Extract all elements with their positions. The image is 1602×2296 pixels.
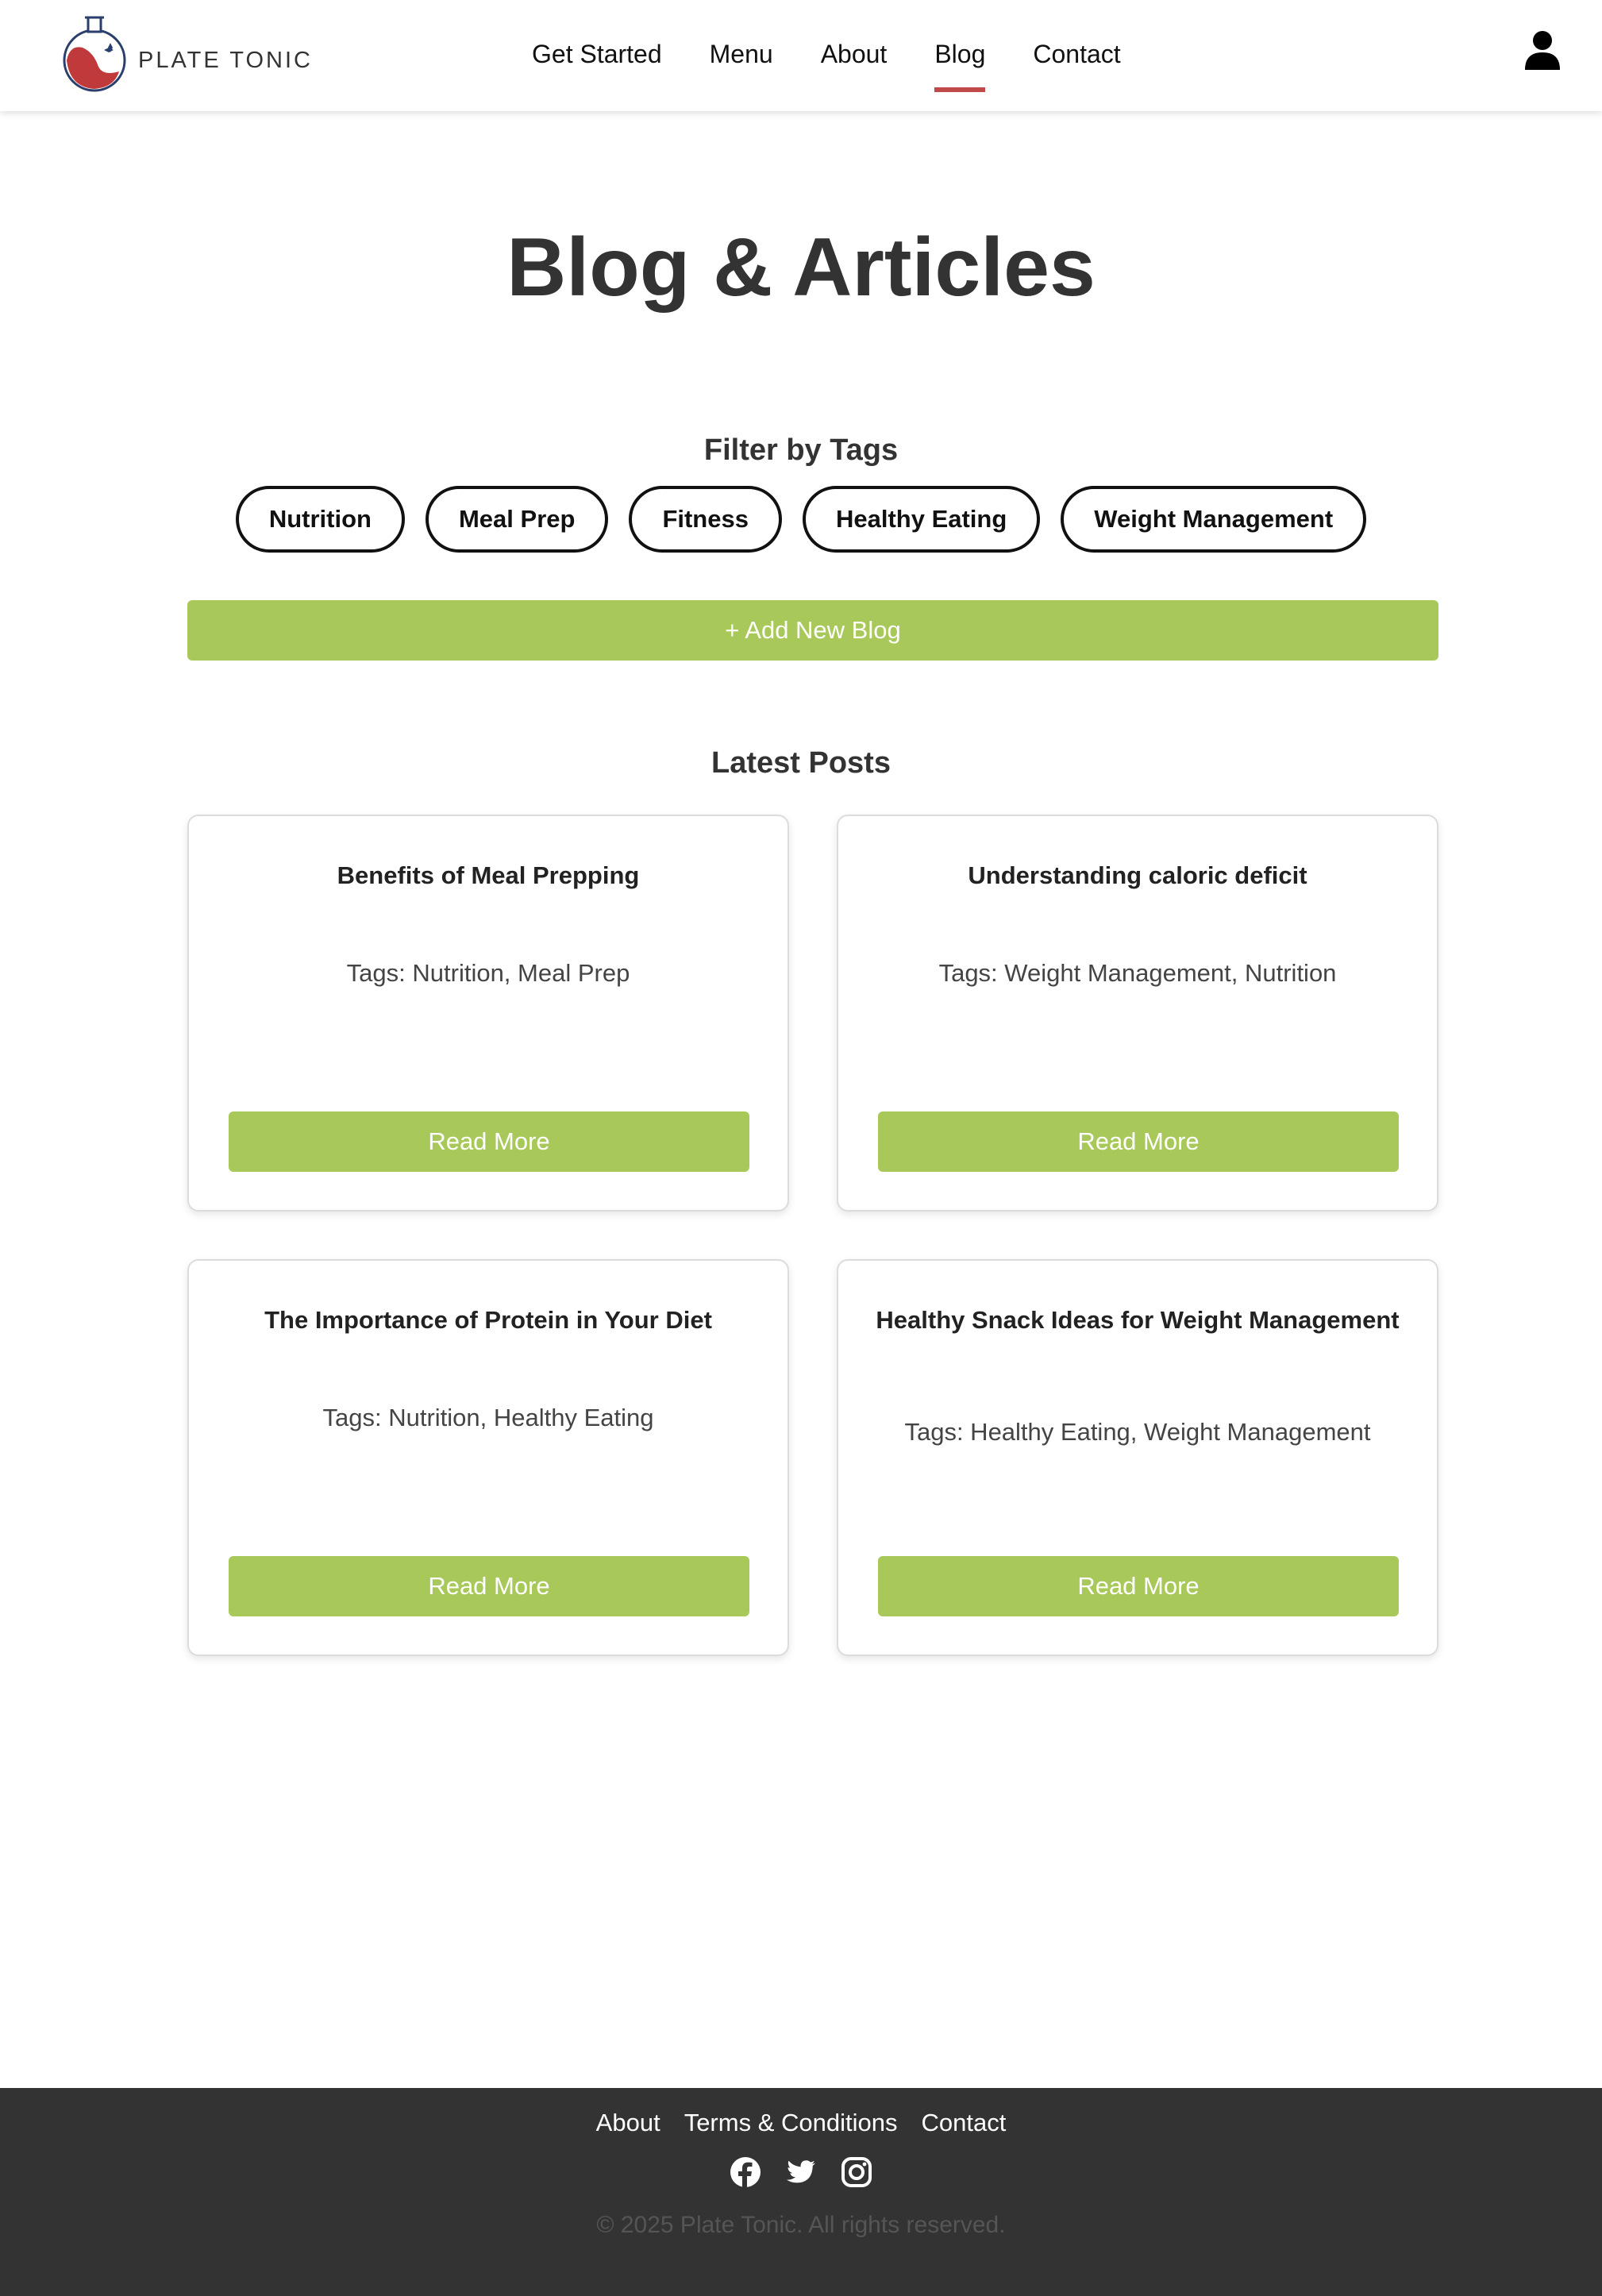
post-title: The Importance of Protein in Your Diet: [264, 1306, 712, 1334]
flask-logo-icon: [63, 16, 126, 92]
post-card: Benefits of Meal Prepping Tags: Nutritio…: [187, 815, 789, 1212]
copyright-text: © 2025 Plate Tonic. All rights reserved.: [596, 2212, 1006, 2238]
post-title: Healthy Snack Ideas for Weight Managemen…: [876, 1306, 1400, 1334]
tag-meal-prep[interactable]: Meal Prep: [425, 486, 609, 553]
user-icon[interactable]: [1524, 30, 1561, 71]
tag-filter-list: Nutrition Meal Prep Fitness Healthy Eati…: [0, 486, 1602, 553]
brand-name: PLATE TONIC: [138, 47, 313, 73]
add-new-blog-button[interactable]: + Add New Blog: [187, 600, 1438, 661]
post-tags: Tags: Healthy Eating, Weight Management: [904, 1418, 1371, 1446]
read-more-button[interactable]: Read More: [878, 1111, 1399, 1172]
main-nav: Get Started Menu About Blog Contact: [532, 37, 1169, 92]
facebook-icon[interactable]: [730, 2156, 761, 2188]
nav-blog[interactable]: Blog: [934, 37, 986, 92]
filter-title: Filter by Tags: [703, 433, 899, 467]
footer-links: About Terms & Conditions Contact: [0, 2109, 1602, 2137]
post-card: The Importance of Protein in Your Diet T…: [187, 1259, 789, 1656]
post-tags: Tags: Weight Management, Nutrition: [938, 959, 1337, 987]
twitter-icon[interactable]: [785, 2156, 817, 2188]
tag-nutrition[interactable]: Nutrition: [235, 486, 405, 553]
post-tags: Tags: Nutrition, Meal Prep: [346, 959, 630, 987]
nav-contact[interactable]: Contact: [1033, 37, 1120, 71]
post-title: Understanding caloric deficit: [968, 861, 1307, 889]
nav-menu[interactable]: Menu: [710, 37, 773, 71]
post-card: Healthy Snack Ideas for Weight Managemen…: [837, 1259, 1438, 1656]
footer-link-contact[interactable]: Contact: [921, 2109, 1006, 2137]
footer-link-terms[interactable]: Terms & Conditions: [684, 2109, 898, 2137]
tag-healthy-eating[interactable]: Healthy Eating: [802, 486, 1041, 553]
tag-weight-management[interactable]: Weight Management: [1061, 486, 1367, 553]
page-title: Blog & Articles: [506, 222, 1096, 314]
footer-link-about[interactable]: About: [596, 2109, 660, 2137]
post-title: Benefits of Meal Prepping: [337, 861, 640, 889]
read-more-button[interactable]: Read More: [229, 1111, 749, 1172]
site-header: PLATE TONIC Get Started Menu About Blog …: [0, 0, 1602, 111]
nav-about[interactable]: About: [821, 37, 888, 71]
tag-fitness[interactable]: Fitness: [629, 486, 782, 553]
nav-get-started[interactable]: Get Started: [532, 37, 662, 71]
post-tags: Tags: Nutrition, Healthy Eating: [322, 1404, 654, 1431]
latest-posts-title: Latest Posts: [711, 746, 891, 780]
read-more-button[interactable]: Read More: [229, 1556, 749, 1616]
post-card: Understanding caloric deficit Tags: Weig…: [837, 815, 1438, 1212]
logo[interactable]: PLATE TONIC: [62, 13, 313, 94]
site-footer: About Terms & Conditions Contact © 2025 …: [0, 2088, 1602, 2296]
instagram-icon[interactable]: [841, 2156, 872, 2188]
social-links: [0, 2156, 1602, 2188]
read-more-button[interactable]: Read More: [878, 1556, 1399, 1616]
